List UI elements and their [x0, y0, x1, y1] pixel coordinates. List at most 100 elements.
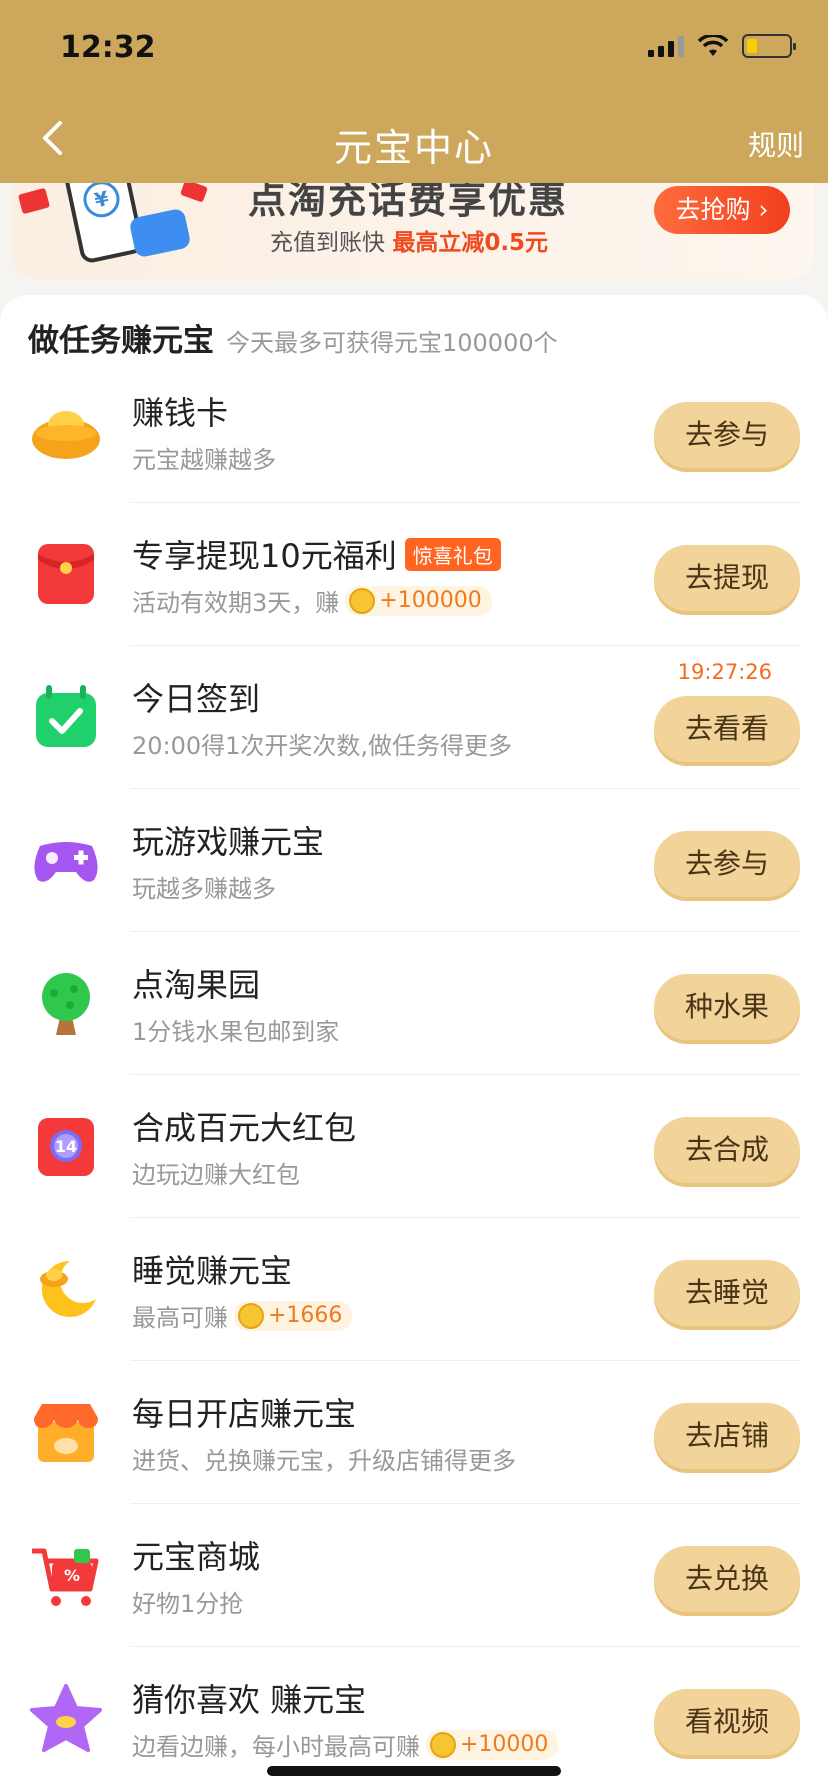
coin-amount: +1666 — [268, 1303, 343, 1328]
task-desc-text: 玩越多赚越多 — [132, 875, 276, 903]
task-desc-text: 元宝越赚越多 — [132, 446, 276, 474]
gamepad-icon — [34, 842, 98, 882]
storefront-icon — [34, 1404, 98, 1462]
banner-decor — [17, 187, 51, 215]
red-envelope-icon — [38, 544, 94, 604]
task-title: 专享提现10元福利 惊喜礼包 — [132, 531, 501, 577]
watch-video-button[interactable]: 看视频 — [654, 1689, 800, 1755]
task-title: 今日签到 — [132, 674, 260, 720]
red-packet-14-icon: 14 — [38, 1118, 94, 1176]
task-desc: 最高可赚 +1666 — [132, 1298, 353, 1333]
sleep-button[interactable]: 去睡觉 — [654, 1260, 800, 1326]
task-desc: 元宝越赚越多 — [132, 440, 276, 475]
coin-reward: +1666 — [234, 1300, 353, 1331]
task-desc-text: 1分钱水果包邮到家 — [132, 1018, 340, 1046]
calendar-check-icon — [36, 685, 96, 747]
task-desc-text: 边玩边赚大红包 — [132, 1161, 300, 1189]
task-title-text: 元宝商城 — [132, 1538, 261, 1576]
task-row-orchard: 点淘果园 1分钱水果包邮到家 种水果 — [0, 932, 828, 1075]
plant-fruit-button[interactable]: 种水果 — [654, 974, 800, 1040]
exchange-button[interactable]: 去兑换 — [654, 1546, 800, 1612]
coin-reward: +10000 — [426, 1729, 559, 1760]
banner-sub-highlight: 最高立减0.5元 — [392, 230, 549, 256]
banner-sub-prefix: 充值到账快 — [270, 230, 385, 256]
task-card: 做任务赚元宝 今天最多可获得元宝100000个 赚钱卡 元宝越赚越多 去参与 专… — [0, 295, 828, 1792]
tree-icon — [42, 973, 90, 1035]
recharge-banner[interactable]: ¥ 点淘充话费享优惠 充值到账快 最高立减0.5元 去抢购 › — [12, 183, 814, 279]
task-row-merge: 14 合成百元大红包 边玩边赚大红包 去合成 — [0, 1075, 828, 1218]
header: 12:32 元宝中心 规则 — [0, 0, 828, 183]
task-row-earn-card: 赚钱卡 元宝越赚越多 去参与 — [0, 360, 828, 503]
merge-button[interactable]: 去合成 — [654, 1117, 800, 1183]
battery-icon — [742, 34, 796, 58]
coin-amount: +10000 — [460, 1732, 549, 1757]
join-button[interactable]: 去参与 — [654, 831, 800, 897]
hand-illustration — [128, 207, 192, 259]
task-title-text: 赚钱卡 — [132, 394, 229, 432]
cellular-signal-icon — [648, 35, 684, 57]
coin-reward: +100000 — [345, 585, 492, 616]
svg-text:%: % — [64, 1566, 80, 1585]
task-desc: 20:00得1次开奖次数,做任务得更多 — [132, 726, 512, 761]
section-title: 做任务赚元宝 — [28, 323, 214, 359]
task-title-text: 睡觉赚元宝 — [132, 1252, 293, 1290]
task-desc: 边看边赚，每小时最高可赚 +10000 — [132, 1727, 559, 1762]
task-desc-text: 20:00得1次开奖次数,做任务得更多 — [132, 732, 513, 760]
icon-number: 14 — [55, 1137, 77, 1156]
coin-icon — [430, 1731, 456, 1758]
coin-icon — [349, 587, 376, 614]
task-title-text: 玩游戏赚元宝 — [132, 823, 325, 861]
banner-subtitle: 充值到账快 最高立减0.5元 — [270, 223, 548, 257]
task-title: 每日开店赚元宝 — [132, 1389, 356, 1435]
buy-now-button[interactable]: 去抢购 › — [654, 186, 790, 234]
task-row-shop: 每日开店赚元宝 进货、兑换赚元宝，升级店铺得更多 去店铺 — [0, 1361, 828, 1504]
task-desc: 活动有效期3天，赚 +100000 — [132, 583, 492, 618]
task-row-mall: % 元宝商城 好物1分抢 去兑换 — [0, 1504, 828, 1647]
task-title-text: 每日开店赚元宝 — [132, 1395, 357, 1433]
task-desc-text: 进货、兑换赚元宝，升级店铺得更多 — [132, 1447, 516, 1475]
gold-ingot-icon — [32, 411, 100, 459]
countdown-timer: 19:27:26 — [677, 660, 772, 684]
moon-icon — [40, 1260, 96, 1317]
task-title-text: 合成百元大红包 — [132, 1109, 357, 1147]
status-time: 12:32 — [60, 30, 156, 65]
task-row-withdraw: 专享提现10元福利 惊喜礼包 活动有效期3天，赚 +100000 去提现 — [0, 503, 828, 646]
yen-icon: ¥ — [80, 183, 123, 221]
status-icons — [648, 34, 796, 58]
section-subtitle: 今天最多可获得元宝100000个 — [226, 329, 558, 357]
task-row-game: 玩游戏赚元宝 玩越多赚越多 去参与 — [0, 789, 828, 932]
rules-link[interactable]: 规则 — [748, 124, 804, 164]
task-title: 猜你喜欢 赚元宝 — [132, 1675, 366, 1721]
join-button[interactable]: 去参与 — [654, 402, 800, 468]
section-header: 做任务赚元宝 今天最多可获得元宝100000个 — [28, 315, 558, 360]
surprise-gift-tag: 惊喜礼包 — [404, 537, 501, 571]
task-desc: 好物1分抢 — [132, 1584, 243, 1619]
shop-button[interactable]: 去店铺 — [654, 1403, 800, 1469]
star-icon — [30, 1684, 102, 1752]
task-desc-text: 最高可赚 — [132, 1304, 228, 1332]
task-title-text: 专享提现10元福利 — [132, 537, 397, 575]
task-title: 合成百元大红包 — [132, 1103, 356, 1149]
page-title: 元宝中心 — [333, 126, 494, 170]
task-title-text: 点淘果园 — [132, 966, 261, 1004]
task-desc-text: 边看边赚，每小时最高可赚 — [132, 1733, 420, 1761]
task-title: 元宝商城 — [132, 1532, 260, 1578]
task-desc: 进货、兑换赚元宝，升级店铺得更多 — [132, 1441, 516, 1476]
task-desc-text: 好物1分抢 — [132, 1590, 244, 1618]
task-title: 睡觉赚元宝 — [132, 1246, 292, 1292]
task-title-text: 今日签到 — [132, 680, 261, 718]
task-row-checkin: 19:27:26 今日签到 20:00得1次开奖次数,做任务得更多 去看看 — [0, 646, 828, 789]
task-desc: 玩越多赚越多 — [132, 869, 276, 904]
task-row-sleep: 睡觉赚元宝 最高可赚 +1666 去睡觉 — [0, 1218, 828, 1361]
wifi-icon — [698, 35, 728, 56]
task-title-text: 猜你喜欢 赚元宝 — [132, 1681, 367, 1719]
task-title: 赚钱卡 — [132, 388, 228, 434]
banner-decor — [179, 183, 209, 203]
banner-headline: 点淘充话费享优惠 — [248, 183, 569, 222]
task-desc: 边玩边赚大红包 — [132, 1155, 300, 1190]
shopping-cart-icon: % — [32, 1548, 99, 1606]
task-desc-text: 活动有效期3天，赚 — [132, 589, 340, 617]
view-button[interactable]: 去看看 — [654, 696, 800, 762]
withdraw-button[interactable]: 去提现 — [654, 545, 800, 611]
home-indicator[interactable] — [267, 1766, 561, 1776]
